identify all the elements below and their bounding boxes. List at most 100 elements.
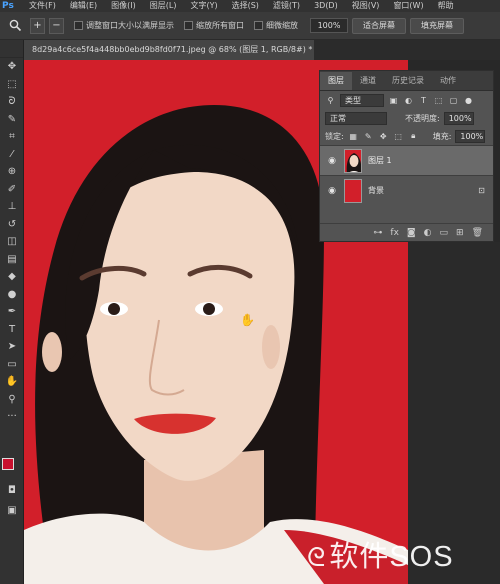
document-tab[interactable]: 8d29a4c6ce5f4a448bb0ebd9b8fd0f71.jpeg @ … [24,40,314,60]
brush-icon[interactable]: ✐ [0,181,24,199]
filter-kind-select[interactable]: 类型 [340,93,384,107]
layer-row[interactable]: ◉ 图层 1 [320,145,493,175]
eraser-icon[interactable]: ◫ [0,233,24,251]
fx-icon[interactable]: fx [390,228,399,238]
zoom-out-icon[interactable]: − [49,17,64,34]
menu-select[interactable]: 选择(S) [225,0,266,12]
lock-artboard-icon[interactable]: ⬚ [393,131,404,142]
path-select-icon[interactable]: ➤ [0,338,24,356]
lock-transparent-icon[interactable]: ▦ [348,131,359,142]
lock-all-icon[interactable]: 🔒︎ [408,131,419,142]
add-mask-icon[interactable]: ◙ [407,228,416,238]
screen-mode-icon[interactable]: ▣ [0,502,24,520]
tab-channels[interactable]: 通道 [352,72,384,90]
healing-icon[interactable]: ⊕ [0,163,24,181]
hand-icon[interactable]: ✋ [0,373,24,391]
checkbox-box[interactable] [184,21,193,30]
document-tab-title: 8d29a4c6ce5f4a448bb0ebd9b8fd0f71.jpeg @ … [32,45,313,54]
menu-file[interactable]: 文件(F) [22,0,63,12]
checkbox-label: 调整窗口大小以满屏显示 [86,21,174,30]
type-filter-icon[interactable]: T [418,95,429,106]
trash-icon[interactable]: 🗑︎ [472,228,483,238]
checkbox-box[interactable] [74,21,83,30]
lasso-icon[interactable]: ᘐ [0,93,24,111]
menu-bar: Ps 文件(F) 编辑(E) 图像(I) 图层(L) 文字(Y) 选择(S) 滤… [0,0,500,12]
rectangle-icon[interactable]: ▭ [0,356,24,374]
eyedropper-icon[interactable]: ⁄ [0,146,24,164]
foreground-color-swatch[interactable] [2,458,14,470]
lock-pixels-icon[interactable]: ✎ [363,131,374,142]
fill-screen-button[interactable]: 填充屏幕 [410,17,464,34]
zoom-all-windows-checkbox[interactable]: 缩放所有窗口 [184,20,244,31]
menu-filter[interactable]: 滤镜(T) [266,0,307,12]
tab-actions[interactable]: 动作 [432,72,464,90]
zoom-icon[interactable]: ⚲ [0,391,24,409]
stamp-icon[interactable]: ⊥ [0,198,24,216]
layer-name[interactable]: 图层 1 [368,155,487,166]
blur-icon[interactable]: ◆ [0,268,24,286]
opacity-field[interactable]: 100% [443,111,474,125]
shape-filter-icon[interactable]: ⬚ [433,95,444,106]
menu-help[interactable]: 帮助 [431,0,461,12]
move-icon[interactable]: ✥ [0,58,24,76]
options-bar: + − 调整窗口大小以满屏显示 缩放所有窗口 细微缩放 100% 适合屏幕 填充… [0,12,500,40]
zoom-tool-icon[interactable] [4,16,26,36]
menu-3d[interactable]: 3D(D) [307,0,345,12]
menu-edit[interactable]: 编辑(E) [63,0,104,12]
type-icon[interactable]: T [0,321,24,339]
zoom-in-icon[interactable]: + [30,17,45,34]
quick-mask-icon[interactable]: ◘ [0,482,24,500]
menu-image[interactable]: 图像(I) [104,0,143,12]
lock-icon: ⊡ [478,186,485,195]
zoom-percent-field[interactable]: 100% [310,18,348,33]
gradient-icon[interactable]: ▤ [0,251,24,269]
new-layer-icon[interactable]: ⊞ [456,228,464,238]
layer-name[interactable]: 背景 [368,185,470,196]
watermark-swirl-icon: ᘓ [307,542,327,572]
eye-icon[interactable]: ◉ [326,156,338,166]
tab-layers[interactable]: 图层 [320,72,352,90]
new-group-icon[interactable]: ▭ [440,228,449,238]
search-icon: ⚲ [327,95,334,105]
menu-type[interactable]: 文字(Y) [183,0,224,12]
lock-position-icon[interactable]: ✥ [378,131,389,142]
document-tab-bar: 8d29a4c6ce5f4a448bb0ebd9b8fd0f71.jpeg @ … [24,40,500,60]
fill-field[interactable]: 100% [455,129,486,143]
menu-view[interactable]: 视图(V) [345,0,387,12]
watermark-text: 软件SOS [329,541,454,573]
adjustment-filter-icon[interactable]: ◐ [403,95,414,106]
marquee-icon[interactable]: ⬚ [0,76,24,94]
layer-thumbnail [344,148,362,173]
checkbox-label: 缩放所有窗口 [196,21,244,30]
smart-filter-icon[interactable]: ▢ [448,95,459,106]
layers-panel: 图层 通道 历史记录 动作 ⚲ 类型 ▣ ◐ T ⬚ ▢ ● 正常 不透明度: … [319,70,494,242]
menu-window[interactable]: 窗口(W) [386,0,430,12]
history-brush-icon[interactable]: ↺ [0,216,24,234]
blend-mode-select[interactable]: 正常 [325,111,387,125]
layer-filter-row: ⚲ 类型 ▣ ◐ T ⬚ ▢ ● [320,91,493,109]
more-tools-icon[interactable]: ··· [0,408,24,426]
pixel-filter-icon[interactable]: ▣ [388,95,399,106]
scrubby-zoom-checkbox[interactable]: 细微缩放 [254,20,298,31]
fill-label: 填充: [432,131,452,141]
link-layers-icon[interactable]: ⊶ [373,228,382,238]
photoshop-logo: Ps [2,1,14,11]
menu-layer[interactable]: 图层(L) [143,0,184,12]
panel-tabs: 图层 通道 历史记录 动作 [320,71,493,91]
checkbox-label: 细微缩放 [266,21,298,30]
quick-select-icon[interactable]: ✎ [0,111,24,129]
filter-toggle-icon[interactable]: ● [463,95,474,106]
opacity-label: 不透明度: [405,113,440,123]
layer-row[interactable]: ◉ 背景 ⊡ [320,175,493,205]
adjustment-layer-icon[interactable]: ◐ [424,228,432,238]
dodge-icon[interactable]: ● [0,286,24,304]
eye-icon[interactable]: ◉ [326,186,338,196]
tab-history[interactable]: 历史记录 [384,72,432,90]
resize-windows-checkbox[interactable]: 调整窗口大小以满屏显示 [74,20,174,31]
fit-screen-button[interactable]: 适合屏幕 [352,17,406,34]
toolbar-grip[interactable] [0,40,23,58]
pen-icon[interactable]: ✒ [0,303,24,321]
checkbox-box[interactable] [254,21,263,30]
tools-panel: ✥ ⬚ ᘐ ✎ ⌗ ⁄ ⊕ ✐ ⊥ ↺ ◫ ▤ ◆ ● ✒ T ➤ ▭ ✋ ⚲ … [0,40,24,584]
crop-icon[interactable]: ⌗ [0,128,24,146]
